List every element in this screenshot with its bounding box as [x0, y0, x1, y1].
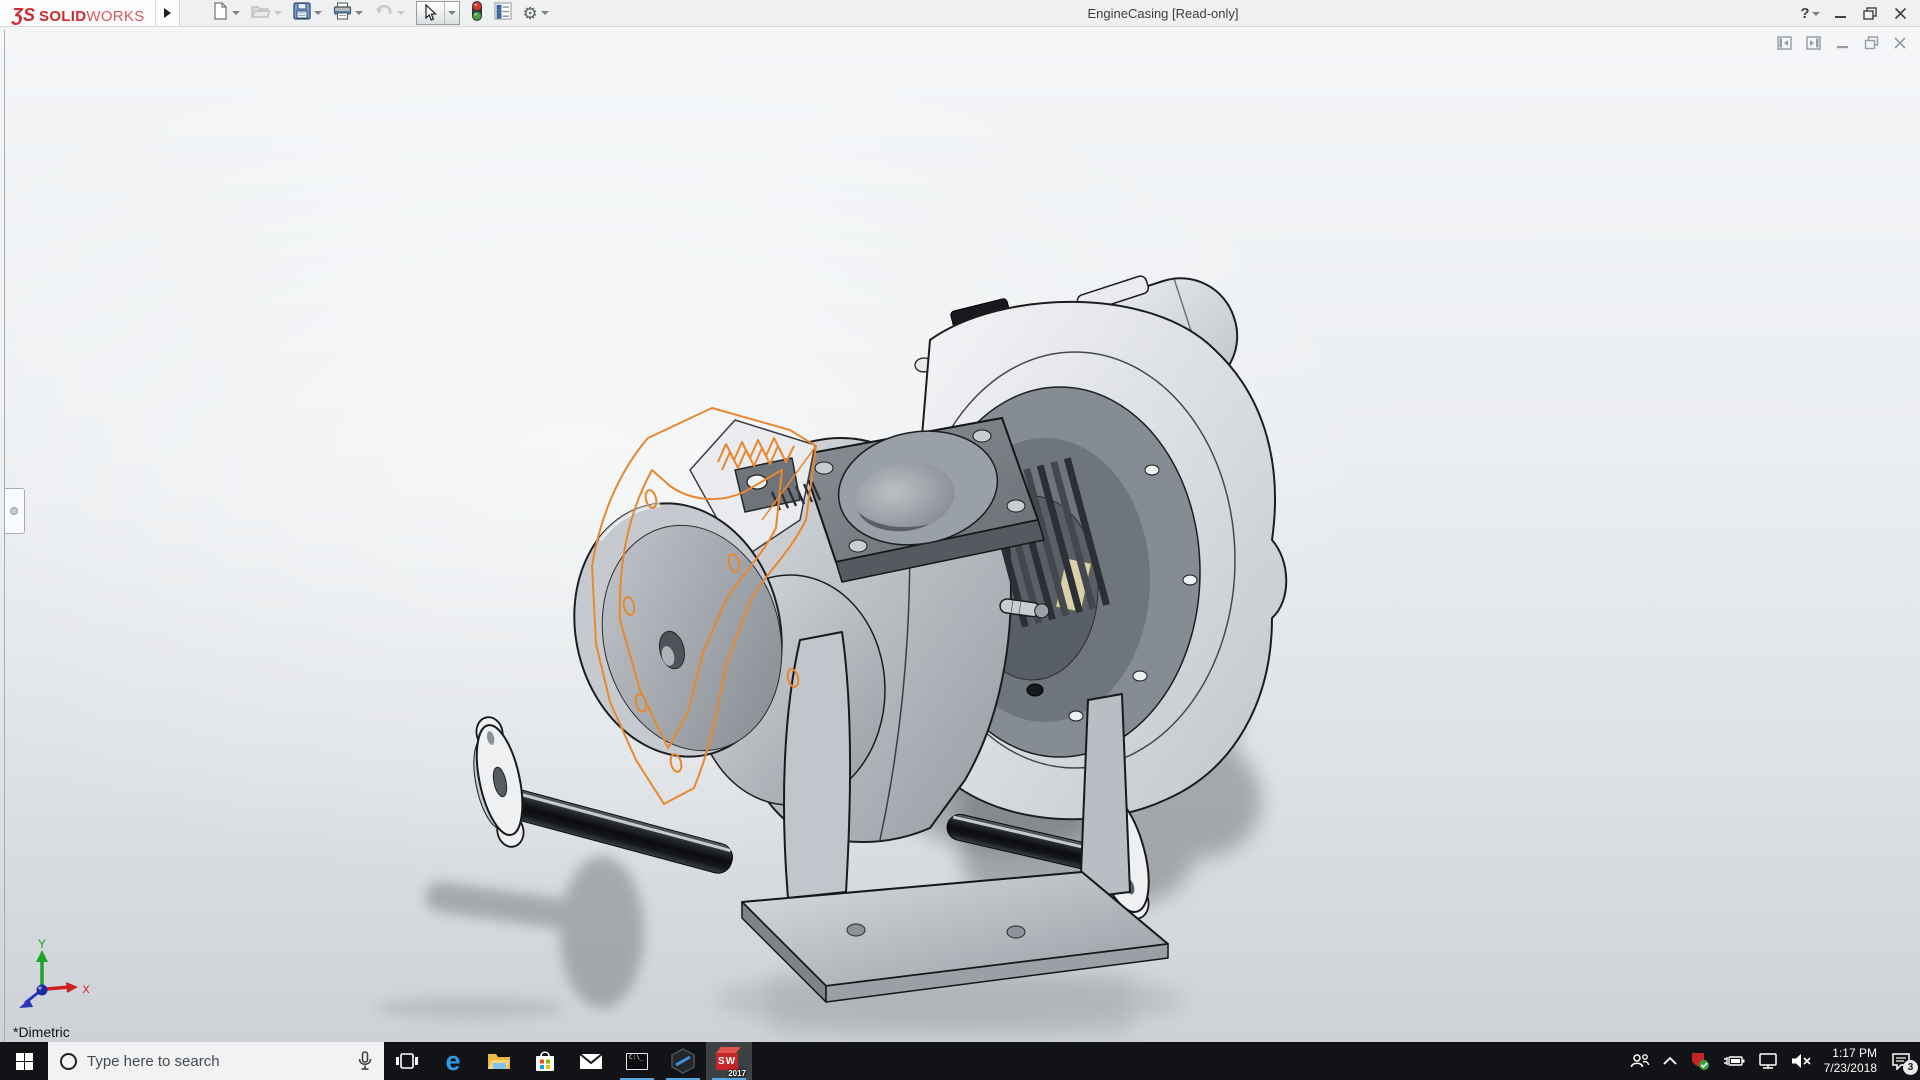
- undo-icon: [374, 2, 394, 25]
- microphone-icon[interactable]: [358, 1051, 372, 1071]
- tray-clock[interactable]: 1:17 PM 7/23/2018: [1824, 1046, 1877, 1076]
- command-prompt-icon: C:\_: [626, 1053, 648, 1070]
- file-properties-icon: [494, 2, 512, 25]
- volume-button[interactable]: [1791, 1053, 1811, 1069]
- hexagon-app-icon: [670, 1048, 696, 1074]
- taskbar-apps: e C:\_: [384, 1042, 752, 1080]
- network-display-icon: [1758, 1053, 1778, 1069]
- minimize-button[interactable]: [1825, 0, 1855, 27]
- solidworks-app-icon: SW 2017: [715, 1047, 743, 1075]
- network-button[interactable]: [1758, 1053, 1778, 1069]
- tray-overflow-button[interactable]: [1663, 1057, 1677, 1065]
- close-icon: [1894, 7, 1907, 20]
- rebuild-button[interactable]: [469, 0, 485, 28]
- quick-access-toolbar: ⚙: [210, 0, 551, 26]
- options-caret-icon[interactable]: [541, 11, 549, 15]
- open-button[interactable]: [249, 1, 284, 26]
- help-icon: ?: [1800, 5, 1809, 22]
- chevron-up-icon: [1663, 1057, 1677, 1065]
- new-document-caret-icon[interactable]: [232, 11, 240, 15]
- graphics-viewport[interactable]: Y X *Dimetric: [0, 27, 1920, 1042]
- open-caret-icon[interactable]: [274, 11, 282, 15]
- undo-button[interactable]: [372, 1, 407, 26]
- system-tray: 1:17 PM 7/23/2018 3: [1630, 1042, 1920, 1080]
- model-canvas[interactable]: [0, 27, 1920, 1042]
- mail-icon: [579, 1053, 603, 1070]
- help-caret-icon: [1812, 12, 1820, 16]
- restore-icon: [1863, 7, 1877, 20]
- solidworks-app-button[interactable]: SW 2017: [706, 1042, 752, 1080]
- microsoft-store-button[interactable]: [522, 1042, 568, 1080]
- print-icon: [333, 2, 352, 25]
- solidworks-logo-bold: SOLID: [39, 5, 86, 29]
- window-title: EngineCasing [Read-only]: [1013, 0, 1313, 27]
- triad-x-label: X: [82, 984, 90, 996]
- select-caret-icon: [448, 11, 456, 15]
- edge-icon: e: [445, 1048, 460, 1075]
- select-tool-button[interactable]: [417, 2, 444, 24]
- options-gear-icon: ⚙: [523, 5, 538, 22]
- notification-badge: 3: [1903, 1060, 1918, 1075]
- people-icon: [1630, 1053, 1650, 1069]
- action-center-button[interactable]: 3: [1890, 1051, 1912, 1071]
- people-button[interactable]: [1630, 1053, 1650, 1069]
- menu-flyout-button[interactable]: [156, 0, 180, 26]
- open-folder-icon: [251, 2, 271, 25]
- power-button[interactable]: [1723, 1054, 1745, 1068]
- print-caret-icon[interactable]: [355, 11, 363, 15]
- options-button[interactable]: ⚙: [521, 4, 551, 23]
- edge-button[interactable]: e: [430, 1042, 476, 1080]
- volume-muted-icon: [1791, 1053, 1811, 1069]
- window-controls: ?: [1795, 0, 1915, 27]
- power-battery-icon: [1723, 1054, 1745, 1068]
- save-floppy-icon: [293, 2, 311, 25]
- new-document-icon: [212, 2, 229, 25]
- save-caret-icon[interactable]: [314, 11, 322, 15]
- start-button[interactable]: [0, 1042, 48, 1080]
- print-button[interactable]: [331, 1, 365, 26]
- windows-taskbar: e C:\_: [0, 1042, 1920, 1080]
- solidworks-resource-monitor-icon: [1690, 1051, 1710, 1071]
- command-prompt-button[interactable]: C:\_: [614, 1042, 660, 1080]
- select-cursor-icon: [423, 4, 437, 22]
- new-document-button[interactable]: [210, 1, 242, 26]
- task-view-button[interactable]: [384, 1042, 430, 1080]
- tray-date: 7/23/2018: [1824, 1061, 1877, 1076]
- task-view-icon: [396, 1052, 418, 1070]
- view-orientation-label: *Dimetric: [13, 1024, 70, 1040]
- solidworks-logo: ƷSSOLIDWORKS: [0, 0, 156, 26]
- solidworks-logo-light: WORKS: [86, 5, 144, 29]
- reference-triad: Y X: [12, 936, 102, 1016]
- tray-time: 1:17 PM: [1824, 1046, 1877, 1061]
- solidworks-cube: SW: [716, 1053, 738, 1070]
- search-input[interactable]: [87, 1053, 348, 1070]
- undo-caret-icon[interactable]: [397, 11, 405, 15]
- file-properties-button[interactable]: [492, 1, 514, 26]
- microsoft-store-icon: [535, 1050, 555, 1072]
- help-button[interactable]: ?: [1795, 0, 1825, 27]
- triad-y-label: Y: [38, 937, 46, 951]
- taskbar-search[interactable]: [48, 1042, 384, 1080]
- restore-button[interactable]: [1855, 0, 1885, 27]
- solidworks-year: 2017: [728, 1069, 746, 1078]
- select-tool-group: [416, 1, 460, 25]
- rebuild-traffic-light-icon: [471, 0, 483, 27]
- minimize-icon: [1835, 16, 1846, 18]
- select-tool-caret[interactable]: [444, 2, 459, 24]
- save-button[interactable]: [291, 1, 324, 26]
- file-explorer-icon: [487, 1051, 511, 1071]
- mail-button[interactable]: [568, 1042, 614, 1080]
- solidworks-monitor-button[interactable]: [1690, 1051, 1710, 1071]
- menu-bar: ƷSSOLIDWORKS: [0, 0, 1920, 27]
- windows-logo-icon: [16, 1053, 33, 1070]
- close-button[interactable]: [1885, 0, 1915, 27]
- flyout-arrow-icon: [164, 8, 171, 18]
- hexagon-app-button[interactable]: [660, 1042, 706, 1080]
- cortana-icon: [60, 1053, 77, 1070]
- solidworks-logo-mark: ƷS: [12, 3, 35, 27]
- file-explorer-button[interactable]: [476, 1042, 522, 1080]
